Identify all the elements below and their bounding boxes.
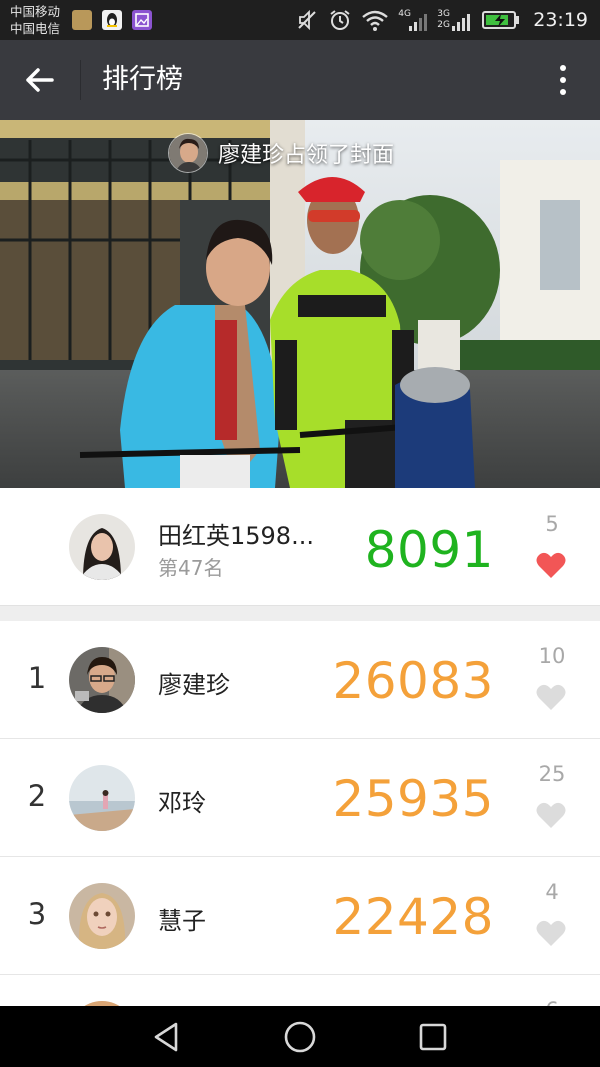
notification-app-icon [72,10,92,30]
cover-caption-text: 廖建珍占领了封面 [218,143,395,168]
ranking-row[interactable]: 2 邓玲 25935 25 [0,739,600,857]
wifi-icon [362,10,389,31]
app-bar-divider [80,60,81,100]
rank-number: 1 [27,661,47,695]
network-label-2b: 2G [437,20,450,30]
network-label-2a: 3G [437,9,450,19]
signal-4g-icon: 4G [398,8,428,32]
gallery-app-icon [132,10,152,30]
rank-number: 2 [27,779,47,813]
user-name: 慧子 [158,907,206,935]
user-name: 邓玲 [158,789,206,817]
back-button[interactable] [18,62,62,98]
vibrate-muted-icon [298,9,316,31]
circle-home-icon[interactable] [282,1019,318,1055]
user-avatar[interactable] [69,647,135,713]
qq-icon [102,10,122,30]
rank-number: 3 [27,897,47,931]
section-separator [0,605,600,621]
cover-caption: 廖建珍占领了封面 [168,133,394,173]
user-steps: 26083 [332,652,494,710]
signal-3g-2g-icon: 3G 2G [437,8,473,32]
app-bar: 排行榜 [0,40,600,120]
user-avatar[interactable] [69,765,135,831]
page-title: 排行榜 [102,64,183,95]
user-like-count: 10 [538,644,566,668]
alarm-icon [330,10,350,30]
my-rank-row[interactable]: 田红英1598... 第47名 8091 5 [0,488,600,605]
status-bar: 中国移动 中国电信 4G 3G 2G 23:19 [0,0,600,40]
heart-icon[interactable] [536,920,566,947]
cover-owner-avatar[interactable] [168,133,208,173]
system-nav-bar [0,1006,600,1067]
user-name: 廖建珍 [158,671,230,699]
heart-icon[interactable] [536,802,566,829]
user-steps: 25935 [332,770,494,828]
arrow-left-icon [26,68,54,92]
my-avatar[interactable] [69,514,135,580]
more-menu-button[interactable] [548,62,578,98]
heart-icon[interactable] [536,684,566,711]
ranking-row[interactable]: 3 慧子 22428 4 [0,857,600,975]
heart-liked-icon[interactable] [536,552,566,579]
more-vertical-icon [560,65,566,95]
user-steps: 22428 [332,888,494,946]
cover-photo[interactable]: 廖建珍占领了封面 [0,120,600,488]
carrier-labels: 中国移动 中国电信 [10,3,60,37]
ranking-list: 1 廖建珍 26083 10 2 邓玲 25935 25 3 慧子 22428 … [0,621,600,1067]
user-like-count: 25 [538,762,566,786]
carrier-2: 中国电信 [10,21,61,36]
square-recents-icon[interactable] [415,1019,451,1055]
my-rank-text: 第47名 [158,556,224,580]
carrier-1: 中国移动 [10,4,61,19]
ranking-row[interactable]: 1 廖建珍 26083 10 [0,621,600,739]
clock: 23:19 [533,9,588,31]
my-name: 田红英1598... [158,522,314,550]
cover-illustration [0,120,600,488]
battery-charging-icon [482,11,520,29]
user-avatar[interactable] [69,883,135,949]
my-steps: 8091 [364,521,494,579]
triangle-back-icon[interactable] [148,1019,184,1055]
user-like-count: 4 [545,880,559,904]
my-like-count: 5 [545,512,559,536]
